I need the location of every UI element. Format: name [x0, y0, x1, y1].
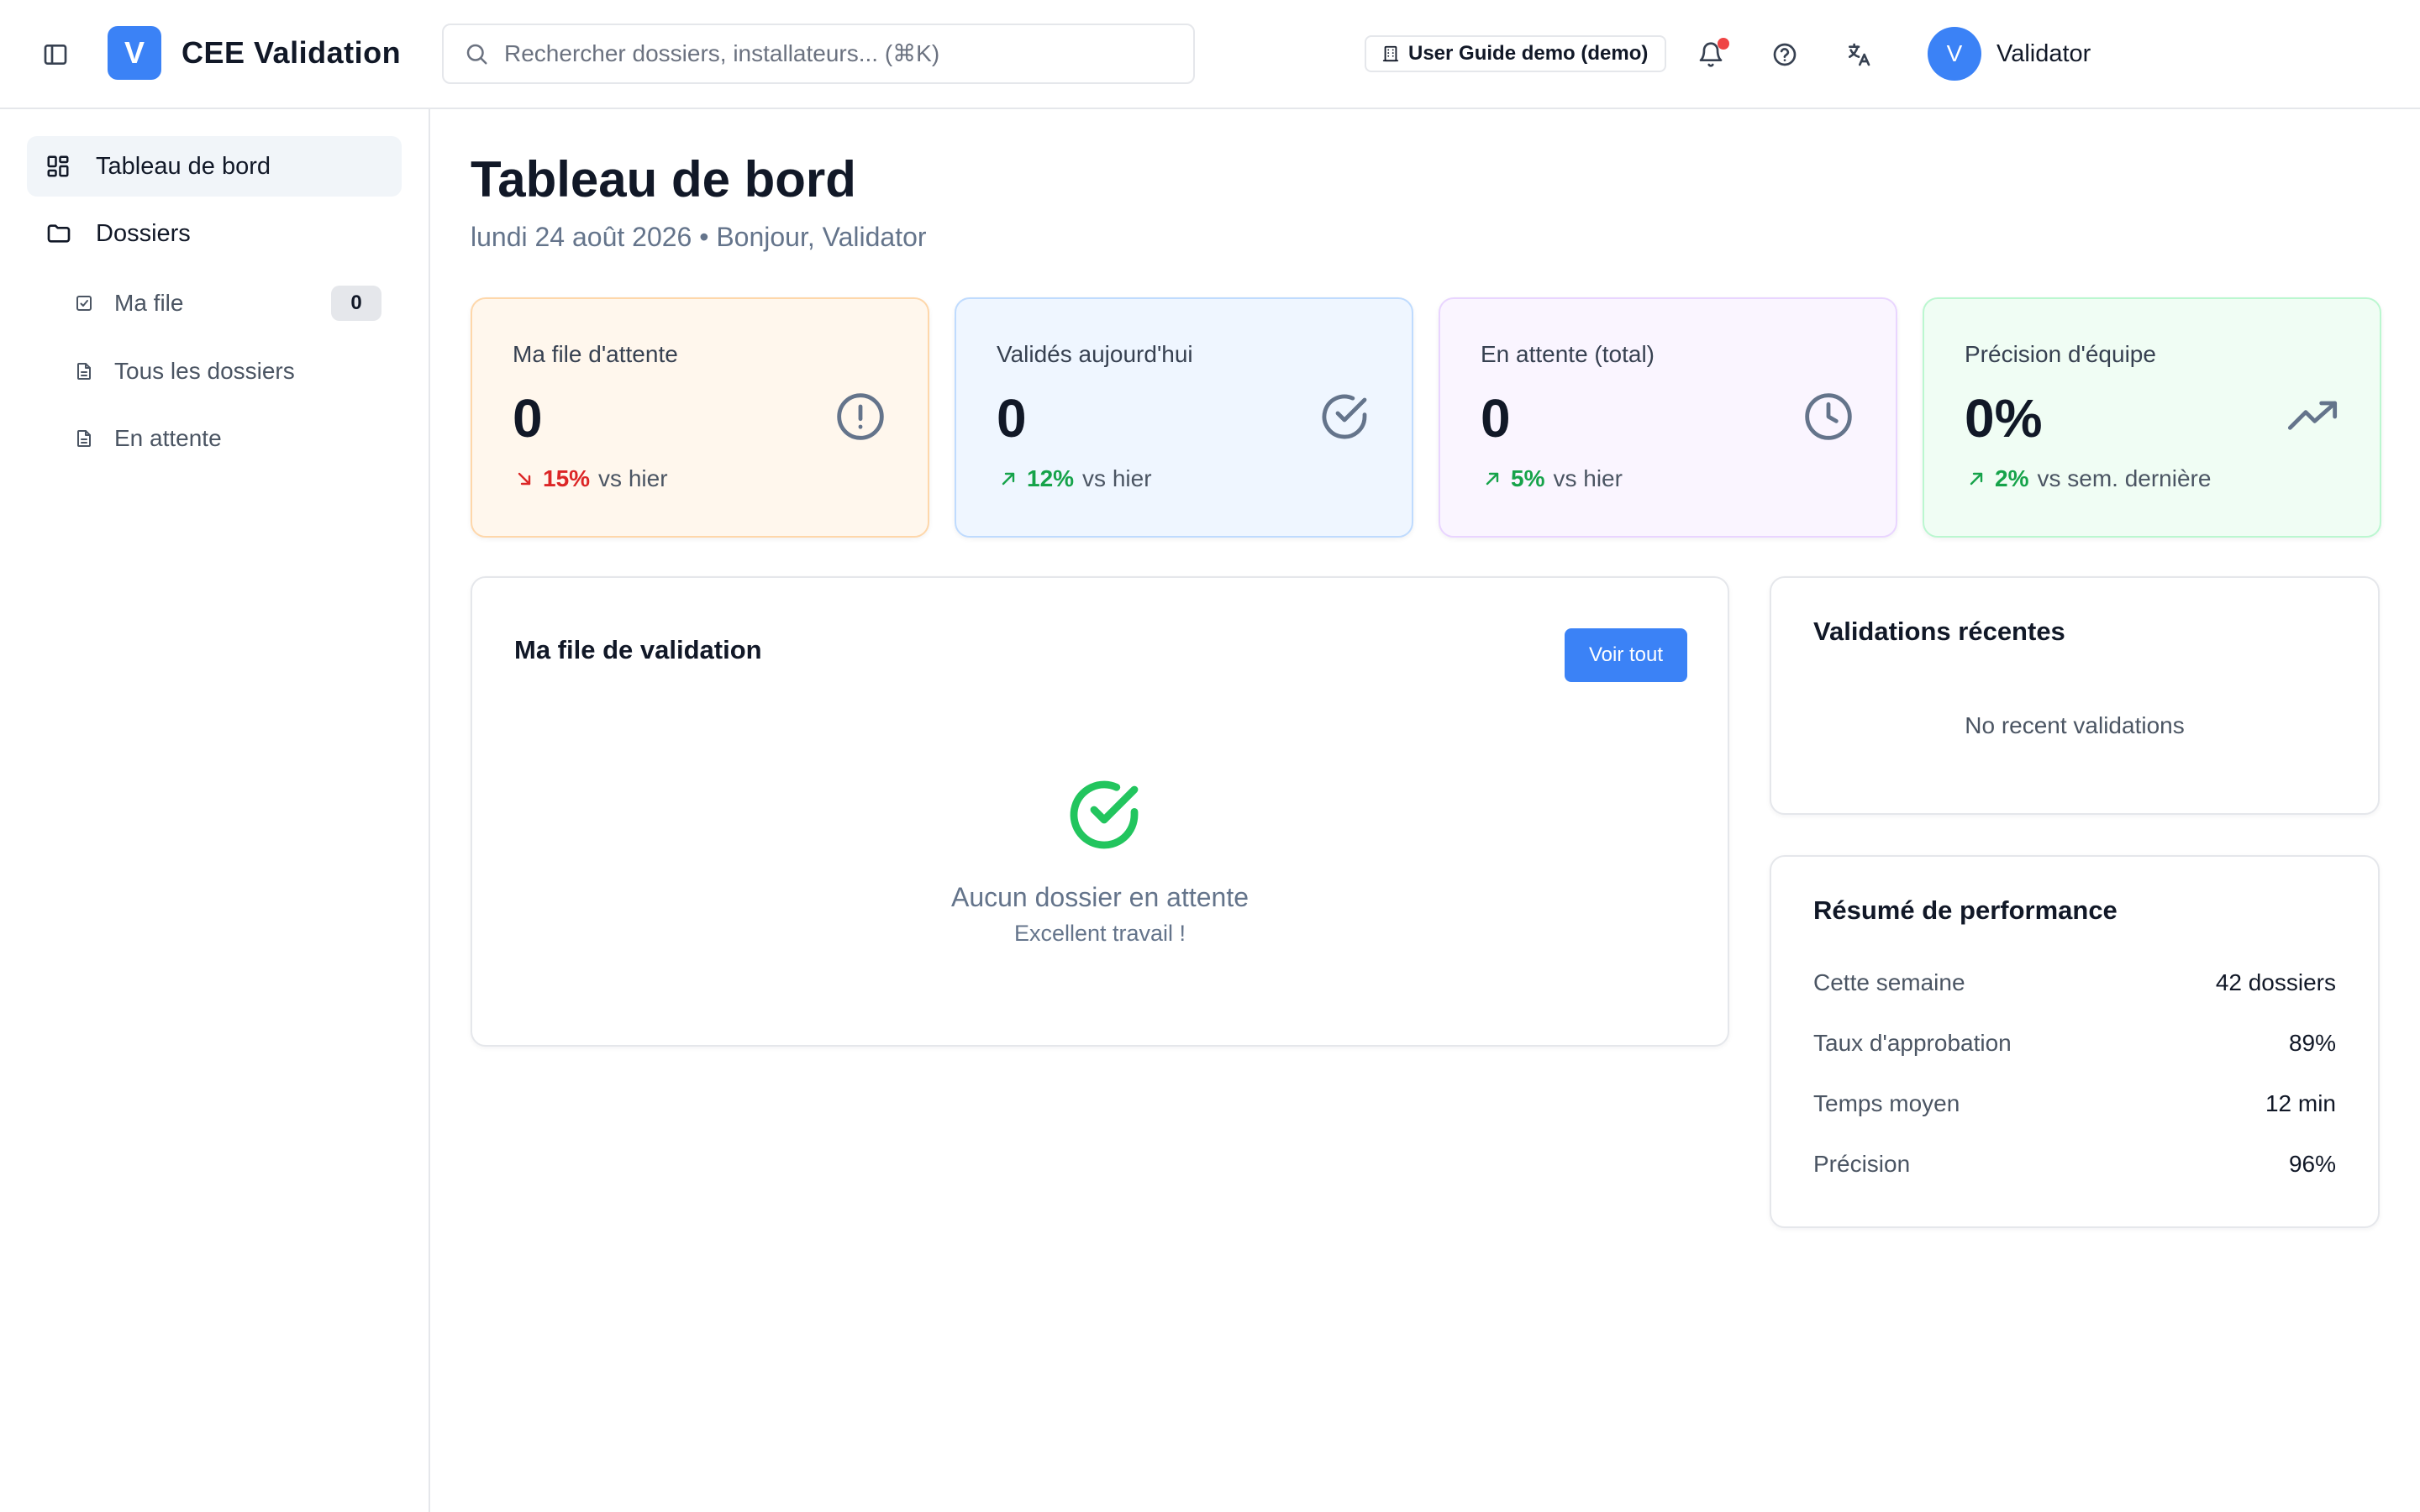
file-icon: [77, 363, 91, 380]
building-icon: [1382, 45, 1399, 62]
stat-trend-text: vs hier: [598, 465, 668, 491]
arrow-up-right-icon: [1486, 472, 1499, 486]
sidebar-item-label: Dossiers: [96, 219, 191, 247]
stat-card-validated-today[interactable]: Validés aujourd'hui 0 12% vs hier: [955, 297, 1413, 538]
language-button[interactable]: [1840, 36, 1877, 73]
arrow-down-right-icon: [518, 472, 531, 486]
stat-trend: 12% vs hier: [998, 464, 1152, 494]
perf-label: Temps moyen: [1813, 1090, 1960, 1116]
stat-value: 0: [513, 388, 543, 449]
stat-value: 0: [997, 388, 1027, 449]
perf-value: 89%: [2288, 1030, 2336, 1056]
translate-icon: [1849, 43, 1870, 66]
recent-validations-panel: Validations récentes No recent validatio…: [1770, 576, 2380, 815]
stat-label: Validés aujourd'hui: [997, 341, 1193, 367]
queue-panel-title: Ma file de validation: [514, 635, 762, 664]
perf-value: 12 min: [2265, 1090, 2336, 1116]
empty-state-subtitle: Excellent travail !: [1013, 921, 1186, 946]
user-name[interactable]: Validator: [1996, 39, 2091, 69]
stat-trend-text: vs hier: [1553, 465, 1623, 491]
performance-summary-panel: Résumé de performance Cette semaine 42 d…: [1770, 855, 2380, 1228]
stat-label: Ma file d'attente: [513, 341, 678, 367]
avatar[interactable]: V: [1928, 27, 1981, 81]
clock-icon: [1802, 390, 1855, 444]
notifications-button[interactable]: [1692, 36, 1729, 73]
alert-circle-icon: [834, 390, 887, 444]
empty-state-title: Aucun dossier en attente: [950, 882, 1249, 912]
search-input[interactable]: [504, 40, 1176, 67]
recent-panel-title: Validations récentes: [1813, 617, 2065, 646]
search-bar[interactable]: [442, 24, 1195, 84]
help-circle-icon: [1773, 43, 1797, 66]
stat-card-team-precision[interactable]: Précision d'équipe 0% 2% vs sem. dernièr…: [1923, 297, 2381, 538]
check-circle-icon: [1318, 390, 1371, 444]
folder-icon: [47, 224, 71, 243]
stat-trend-value: 12%: [1027, 465, 1075, 491]
stat-trend-value: 2%: [1995, 465, 2029, 491]
app-title: CEE Validation: [182, 35, 402, 70]
sidebar-item-label: En attente: [114, 425, 222, 451]
stat-card-pending-total[interactable]: En attente (total) 0 5% vs hier: [1439, 297, 1897, 538]
perf-row-average-time: Temps moyen 12 min: [1813, 1087, 2336, 1121]
help-button[interactable]: [1766, 36, 1803, 73]
arrow-up-right-icon: [1002, 472, 1015, 486]
file-icon: [77, 430, 91, 447]
perf-value: 96%: [2288, 1151, 2336, 1177]
stat-trend-value: 15%: [543, 465, 591, 491]
sidebar-toggle-icon: [44, 45, 67, 65]
stat-label: Précision d'équipe: [1965, 341, 2156, 367]
stat-trend-text: vs sem. dernière: [2037, 465, 2212, 491]
stat-trend-value: 5%: [1511, 465, 1545, 491]
sidebar-item-ma-file[interactable]: Ma file 0: [52, 272, 402, 334]
sidebar-toggle-button[interactable]: [39, 38, 72, 71]
perf-row-approval-rate: Taux d'approbation 89%: [1813, 1026, 2336, 1060]
validation-queue-panel: Ma file de validation Voir tout Aucun do…: [471, 576, 1729, 1047]
app-logo: V: [108, 26, 161, 80]
stat-value: 0: [1481, 388, 1511, 449]
search-icon: [466, 44, 487, 65]
sidebar-item-label: Ma file: [114, 290, 184, 316]
user-guide-button[interactable]: User Guide demo (demo): [1365, 35, 1667, 72]
sidebar: Tableau de bord Dossiers Ma file 0 Tous …: [0, 109, 430, 1512]
perf-value: 42 dossiers: [2215, 969, 2336, 995]
stat-trend-text: vs hier: [1082, 465, 1152, 491]
sidebar-item-label: Tableau de bord: [96, 152, 271, 180]
top-header: V CEE Validation User Guide demo (demo) …: [0, 0, 2420, 109]
sidebar-item-label: Tous les dossiers: [114, 358, 295, 384]
perf-row-week: Cette semaine 42 dossiers: [1813, 966, 2336, 1000]
perf-row-precision: Précision 96%: [1813, 1147, 2336, 1181]
perf-label: Cette semaine: [1813, 969, 1965, 995]
sidebar-item-en-attente[interactable]: En attente: [52, 408, 402, 469]
checklist-icon: [76, 296, 92, 311]
stat-trend: 2% vs sem. dernière: [1966, 464, 2211, 494]
sidebar-item-tous-les-dossiers[interactable]: Tous les dossiers: [52, 341, 402, 402]
sidebar-item-dossiers[interactable]: Dossiers: [27, 203, 402, 264]
sidebar-item-tableau-de-bord[interactable]: Tableau de bord: [27, 136, 402, 197]
page-subtitle: lundi 24 août 2026 • Bonjour, Validator: [471, 222, 927, 252]
stat-trend: 15% vs hier: [514, 464, 668, 494]
view-all-button[interactable]: Voir tout: [1565, 628, 1687, 682]
queue-count-badge: 0: [331, 286, 381, 321]
trending-up-icon: [2286, 390, 2339, 444]
dashboard-icon: [47, 155, 69, 177]
stat-trend: 5% vs hier: [1482, 464, 1623, 494]
page-title: Tableau de bord: [471, 151, 856, 207]
perf-label: Taux d'approbation: [1813, 1030, 2012, 1056]
arrow-up-right-icon: [1970, 472, 1983, 486]
perf-label: Précision: [1813, 1151, 1911, 1177]
no-recent-text: No recent validations: [1965, 712, 2185, 738]
stat-label: En attente (total): [1481, 341, 1655, 367]
performance-panel-title: Résumé de performance: [1813, 895, 2118, 925]
stat-value: 0%: [1965, 388, 2043, 449]
user-guide-label: User Guide demo (demo): [1408, 42, 1649, 65]
check-circle-icon: [1070, 780, 1139, 849]
stat-card-queue[interactable]: Ma file d'attente 0 15% vs hier: [471, 297, 929, 538]
notification-dot: [1718, 38, 1729, 50]
